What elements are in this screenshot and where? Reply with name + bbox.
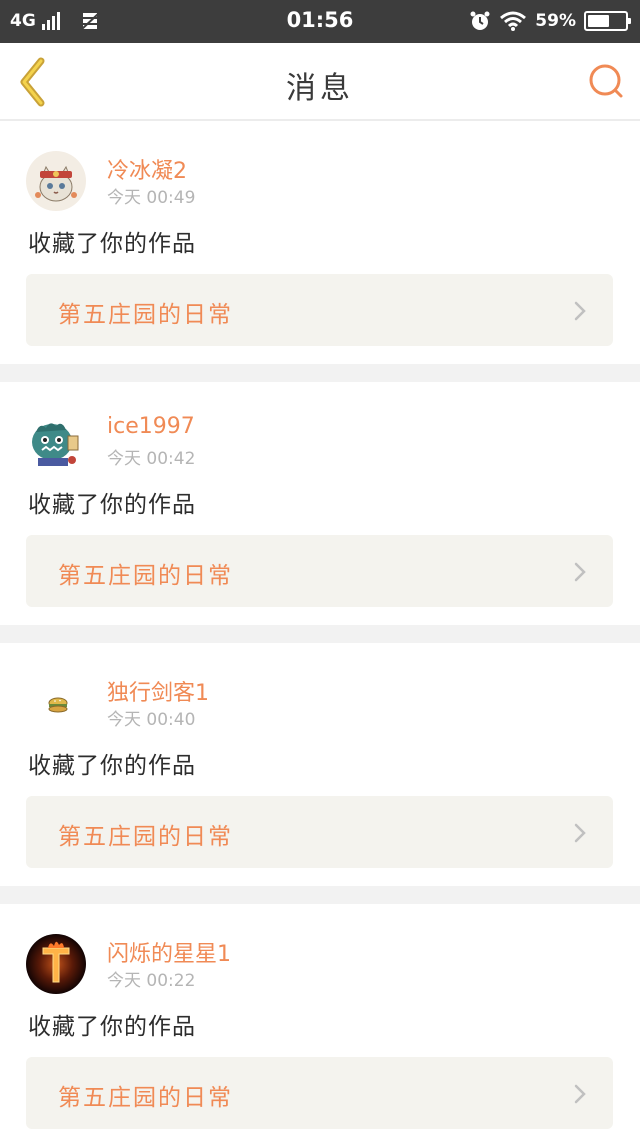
message-time: 今天 00:49	[107, 188, 196, 208]
work-title: 第五庄园的日常	[58, 824, 233, 850]
chevron-right-icon	[574, 823, 586, 843]
page-title: 消息	[286, 71, 354, 106]
username[interactable]: ice1997	[107, 414, 195, 439]
header-bar: 消息	[0, 43, 640, 121]
status-right: 59%	[469, 9, 631, 33]
message-card: ice1997 今天 00:42 收藏了你的作品 第五庄园的日常	[0, 382, 640, 625]
fire-avatar-icon	[26, 934, 86, 994]
message-card: 闪烁的星星1 今天 00:22 收藏了你的作品 第五庄园的日常	[0, 904, 640, 1138]
chevron-right-icon	[574, 301, 586, 321]
user-avatar[interactable]	[26, 412, 86, 472]
monster-avatar-icon	[26, 412, 86, 472]
message-time: 今天 00:40	[107, 710, 196, 730]
work-title: 第五庄园的日常	[58, 563, 233, 589]
user-avatar[interactable]	[26, 673, 86, 733]
message-text: 收藏了你的作品	[28, 492, 196, 518]
work-link[interactable]: 第五庄园的日常	[26, 274, 613, 346]
username[interactable]: 独行剑客1	[107, 675, 209, 707]
search-icon[interactable]	[586, 61, 626, 101]
battery-icon	[584, 11, 631, 31]
cat-avatar-icon	[26, 151, 86, 211]
message-time: 今天 00:42	[107, 449, 196, 469]
message-text: 收藏了你的作品	[28, 753, 196, 779]
work-link[interactable]: 第五庄园的日常	[26, 796, 613, 868]
alarm-icon	[470, 11, 490, 30]
username[interactable]: 闪烁的星星1	[107, 936, 231, 968]
work-title: 第五庄园的日常	[58, 1085, 233, 1111]
status-bar: 4G 01:56 59%	[0, 0, 640, 43]
message-text: 收藏了你的作品	[28, 231, 196, 257]
work-link[interactable]: 第五庄园的日常	[26, 535, 613, 607]
battery-level	[588, 15, 609, 27]
username[interactable]: 冷冰凝2	[107, 153, 187, 185]
message-time: 今天 00:22	[107, 971, 196, 991]
user-avatar[interactable]	[26, 934, 86, 994]
user-avatar[interactable]	[26, 151, 86, 211]
message-list: 冷冰凝2 今天 00:49 收藏了你的作品 第五庄园的日常 ice1997 今天…	[0, 121, 640, 1138]
chevron-right-icon	[574, 562, 586, 582]
work-link[interactable]: 第五庄园的日常	[26, 1057, 613, 1129]
battery-percent: 59%	[535, 11, 576, 31]
wifi-icon	[500, 11, 527, 31]
burger-avatar-icon	[26, 673, 86, 733]
message-card: 独行剑客1 今天 00:40 收藏了你的作品 第五庄园的日常	[0, 643, 640, 886]
work-title: 第五庄园的日常	[58, 302, 233, 328]
chevron-right-icon	[574, 1084, 586, 1104]
message-card: 冷冰凝2 今天 00:49 收藏了你的作品 第五庄园的日常	[0, 121, 640, 364]
message-text: 收藏了你的作品	[28, 1014, 196, 1040]
